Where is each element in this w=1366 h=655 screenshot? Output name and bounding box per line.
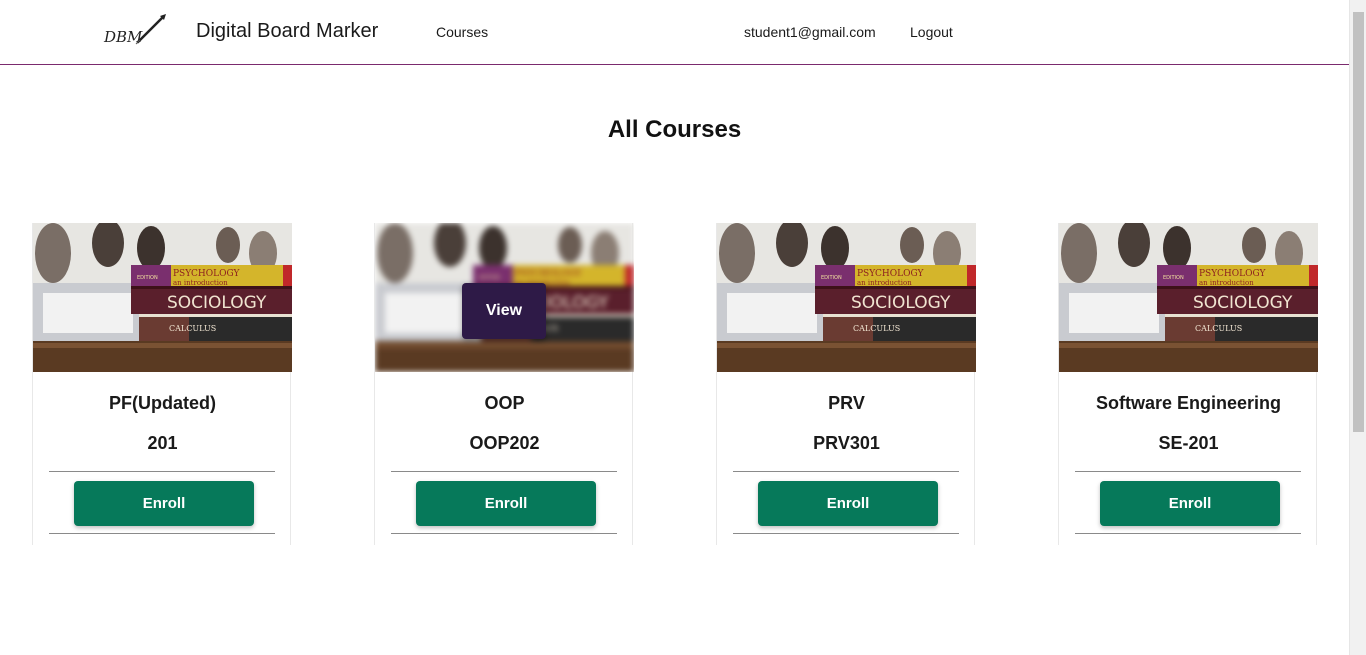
enroll-button[interactable]: Enroll: [74, 481, 254, 526]
course-card-1[interactable]: EDITION PSYCHOLOGY an introduction SOCIO…: [32, 223, 292, 545]
card-divider-top: [391, 471, 617, 472]
course-code: 201: [147, 433, 178, 453]
book-psychology-text: PSYCHOLOGY: [173, 269, 241, 279]
card-divider-bottom: [49, 533, 275, 534]
card-divider-bottom: [1075, 533, 1301, 534]
course-name: OOP: [484, 393, 525, 413]
book-edition-text: EDITION: [479, 275, 500, 281]
book-sociology-text: SOCIOLOGY: [851, 293, 951, 313]
course-card-4[interactable]: EDITION PSYCHOLOGY an introduction SOCIO…: [1058, 223, 1318, 545]
enroll-button[interactable]: Enroll: [416, 481, 596, 526]
dbm-logo[interactable]: DBM: [100, 12, 170, 48]
card-divider-bottom: [391, 533, 617, 534]
book-psychology-sub-text: an introduction: [857, 279, 912, 287]
book-calculus-text: CALCULUS: [853, 324, 900, 333]
scrollbar-thumb[interactable]: [1353, 12, 1364, 432]
course-name: PRV: [828, 393, 865, 413]
course-card-2[interactable]: EDITION PSYCHOLOGY an introduction SOCIO…: [374, 223, 634, 545]
book-psychology-text: PSYCHOLOGY: [1199, 269, 1267, 279]
card-divider-top: [1075, 471, 1301, 472]
book-psychology-sub-text: an introduction: [1199, 279, 1254, 287]
book-psychology-text: PSYCHOLOGY: [515, 269, 583, 279]
course-cover-image[interactable]: EDITION PSYCHOLOGY an introduction SOCIO…: [717, 223, 976, 372]
nav-link-courses[interactable]: Courses: [436, 24, 488, 40]
course-card-3[interactable]: EDITION PSYCHOLOGY an introduction SOCIO…: [716, 223, 976, 545]
course-cover-image[interactable]: EDITION PSYCHOLOGY an introduction SOCIO…: [1059, 223, 1318, 372]
course-name: Software Engineering: [1095, 393, 1282, 413]
book-edition-text: EDITION: [1163, 275, 1184, 281]
book-psychology-text: PSYCHOLOGY: [857, 269, 925, 279]
page-scrollbar[interactable]: [1349, 0, 1366, 655]
course-name: PF(Updated): [109, 393, 216, 413]
view-course-button[interactable]: View: [462, 283, 546, 339]
card-divider-bottom: [733, 533, 959, 534]
card-divider-top: [49, 471, 275, 472]
page-title: All Courses: [607, 116, 742, 143]
book-psychology-sub-text: an introduction: [173, 279, 228, 287]
course-code: SE-201: [1158, 433, 1219, 453]
book-edition-text: EDITION: [821, 275, 842, 281]
course-cover-image[interactable]: EDITION PSYCHOLOGY an introduction SOCIO…: [375, 223, 634, 372]
logout-link[interactable]: Logout: [910, 24, 953, 40]
book-sociology-text: SOCIOLOGY: [167, 293, 267, 313]
user-email: student1@gmail.com: [744, 24, 876, 40]
enroll-button[interactable]: Enroll: [758, 481, 938, 526]
book-edition-text: EDITION: [137, 275, 158, 281]
book-calculus-text: CALCULUS: [1195, 324, 1242, 333]
top-navbar: DBM Digital Board Marker Courses student…: [0, 0, 1349, 65]
course-cover-image[interactable]: EDITION PSYCHOLOGY an introduction SOCIO…: [33, 223, 292, 372]
card-divider-top: [733, 471, 959, 472]
course-code: OOP202: [469, 433, 540, 453]
brand-title[interactable]: Digital Board Marker: [196, 20, 378, 43]
course-code: PRV301: [813, 433, 880, 453]
book-sociology-text: SOCIOLOGY: [1193, 293, 1293, 313]
enroll-button[interactable]: Enroll: [1100, 481, 1280, 526]
book-calculus-text: CALCULUS: [169, 324, 216, 333]
